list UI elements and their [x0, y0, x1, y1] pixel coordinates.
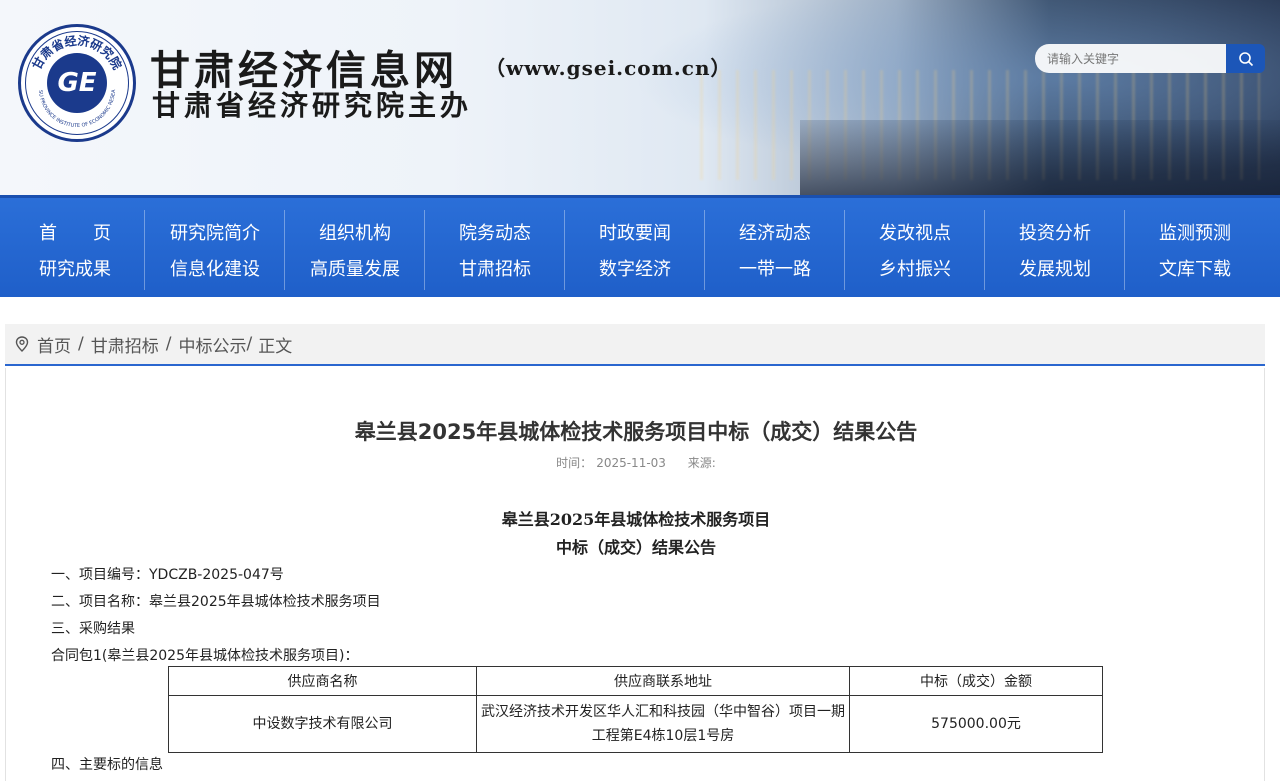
nav-column: 经济动态 一带一路: [705, 210, 845, 290]
nav-item-economic-news[interactable]: 经济动态: [705, 219, 845, 245]
paragraph-project-name: 二、项目名称：皋兰县2025年县城体检技术服务项目: [51, 594, 381, 610]
site-subtitle: 甘肃省经济研究院主办: [152, 89, 473, 122]
paragraph-contract-package: 合同包1(皋兰县2025年县城体检技术服务项目)：: [51, 648, 359, 664]
nav-item-organization[interactable]: 组织机构: [285, 219, 425, 245]
main-nav: 首 页 研究成果 研究院简介 信息化建设 组织机构 高质量发展 院务动态 甘肃招…: [0, 195, 1280, 297]
breadcrumb-separator: /: [165, 334, 172, 354]
nav-column: 监测预测 文库下载: [1125, 210, 1265, 290]
nav-item-library-download[interactable]: 文库下载: [1125, 255, 1265, 281]
nav-item-development-planning[interactable]: 发展规划: [985, 255, 1125, 281]
search-button[interactable]: [1226, 44, 1265, 73]
breadcrumb: 首页 / 甘肃招标 / 中标公示 / 正文: [5, 324, 1265, 366]
table-cell-address: 武汉经济技术开发区华人汇和科技园（华中智谷）项目一期工程第E4栋10层1号房: [476, 695, 850, 753]
search-box: [1035, 44, 1265, 73]
nav-item-reform-view[interactable]: 发改视点: [845, 219, 985, 245]
breadcrumb-award-notice[interactable]: 中标公示: [178, 332, 246, 357]
paragraph-procurement-result: 三、采购结果: [51, 621, 135, 637]
location-pin-icon: [15, 336, 29, 352]
breadcrumb-separator: /: [78, 334, 84, 354]
table-header-row: 供应商名称 供应商联系地址 中标（成交）金额: [168, 666, 1103, 696]
breadcrumb-separator: /: [246, 334, 253, 354]
result-table: 供应商名称 供应商联系地址 中标（成交）金额 中设数字技术有限公司 武汉经济技术…: [168, 666, 1103, 753]
table-row: 中设数字技术有限公司 武汉经济技术开发区华人汇和科技园（华中智谷）项目一期工程第…: [168, 695, 1103, 753]
nav-item-political-news[interactable]: 时政要闻: [565, 219, 705, 245]
nav-item-belt-and-road[interactable]: 一带一路: [705, 255, 845, 281]
publish-time: 时间： 2025-11-03: [556, 456, 666, 470]
paragraph-main-subject: 四、主要标的信息: [51, 757, 163, 773]
breadcrumb-home[interactable]: 首页: [37, 332, 71, 357]
document-title-line2: 中标（成交）结果公告: [555, 538, 716, 557]
nav-item-about[interactable]: 研究院简介: [145, 219, 285, 245]
search-input[interactable]: [1035, 44, 1227, 73]
nav-column: 首 页 研究成果: [5, 210, 145, 290]
nav-item-rural-revitalization[interactable]: 乡村振兴: [845, 255, 985, 281]
table-cell-amount: 575000.00元: [849, 695, 1103, 753]
search-icon: [1238, 51, 1253, 66]
nav-column: 时政要闻 数字经济: [565, 210, 705, 290]
institute-logo[interactable]: 甘肃省经济研究院 GANSU PROVINCE INSTITUTE OF ECO…: [18, 24, 136, 142]
table-header-address: 供应商联系地址: [476, 666, 850, 696]
breadcrumb-gansu-bidding[interactable]: 甘肃招标: [91, 332, 159, 357]
document-title-line1: 皋兰县2025年县城体检技术服务项目: [501, 510, 771, 529]
table-header-supplier: 供应商名称: [168, 666, 477, 696]
nav-item-institute-news[interactable]: 院务动态: [425, 219, 565, 245]
table-cell-supplier: 中设数字技术有限公司: [168, 695, 477, 753]
nav-item-monitoring-forecast[interactable]: 监测预测: [1125, 219, 1265, 245]
nav-item-investment-analysis[interactable]: 投资分析: [985, 219, 1125, 245]
table-header-amount: 中标（成交）金额: [849, 666, 1103, 696]
nav-item-home[interactable]: 首 页: [5, 219, 145, 245]
source-label: 来源:: [687, 456, 716, 470]
article-content: 皋兰县2025年县城体检技术服务项目中标（成交）结果公告 时间： 2025-11-…: [5, 368, 1265, 781]
logo-emblem: GE: [47, 53, 107, 113]
breadcrumb-current: 正文: [258, 336, 293, 357]
nav-item-gansu-bidding[interactable]: 甘肃招标: [425, 255, 565, 281]
nav-column: 组织机构 高质量发展: [285, 210, 425, 290]
nav-column: 院务动态 甘肃招标: [425, 210, 565, 290]
header-river: [800, 120, 1280, 195]
paragraph-project-number: 一、项目编号：YDCZB-2025-047号: [51, 567, 284, 583]
nav-item-informatization[interactable]: 信息化建设: [145, 255, 285, 281]
nav-column: 发改视点 乡村振兴: [845, 210, 985, 290]
time-value: 2025-11-03: [596, 456, 666, 470]
time-label: 时间：: [556, 456, 593, 470]
nav-column: 研究院简介 信息化建设: [145, 210, 285, 290]
nav-item-quality-development[interactable]: 高质量发展: [285, 255, 425, 281]
nav-item-digital-economy[interactable]: 数字经济: [565, 255, 705, 281]
nav-column: 投资分析 发展规划: [985, 210, 1125, 290]
site-header: 甘肃省经济研究院 GANSU PROVINCE INSTITUTE OF ECO…: [0, 0, 1280, 195]
article-meta: 时间： 2025-11-03 来源:: [6, 454, 1266, 471]
site-url: （www.gsei.com.cn）: [485, 56, 732, 80]
nav-item-research-results[interactable]: 研究成果: [5, 255, 145, 281]
article-title: 皋兰县2025年县城体检技术服务项目中标（成交）结果公告: [354, 420, 918, 444]
